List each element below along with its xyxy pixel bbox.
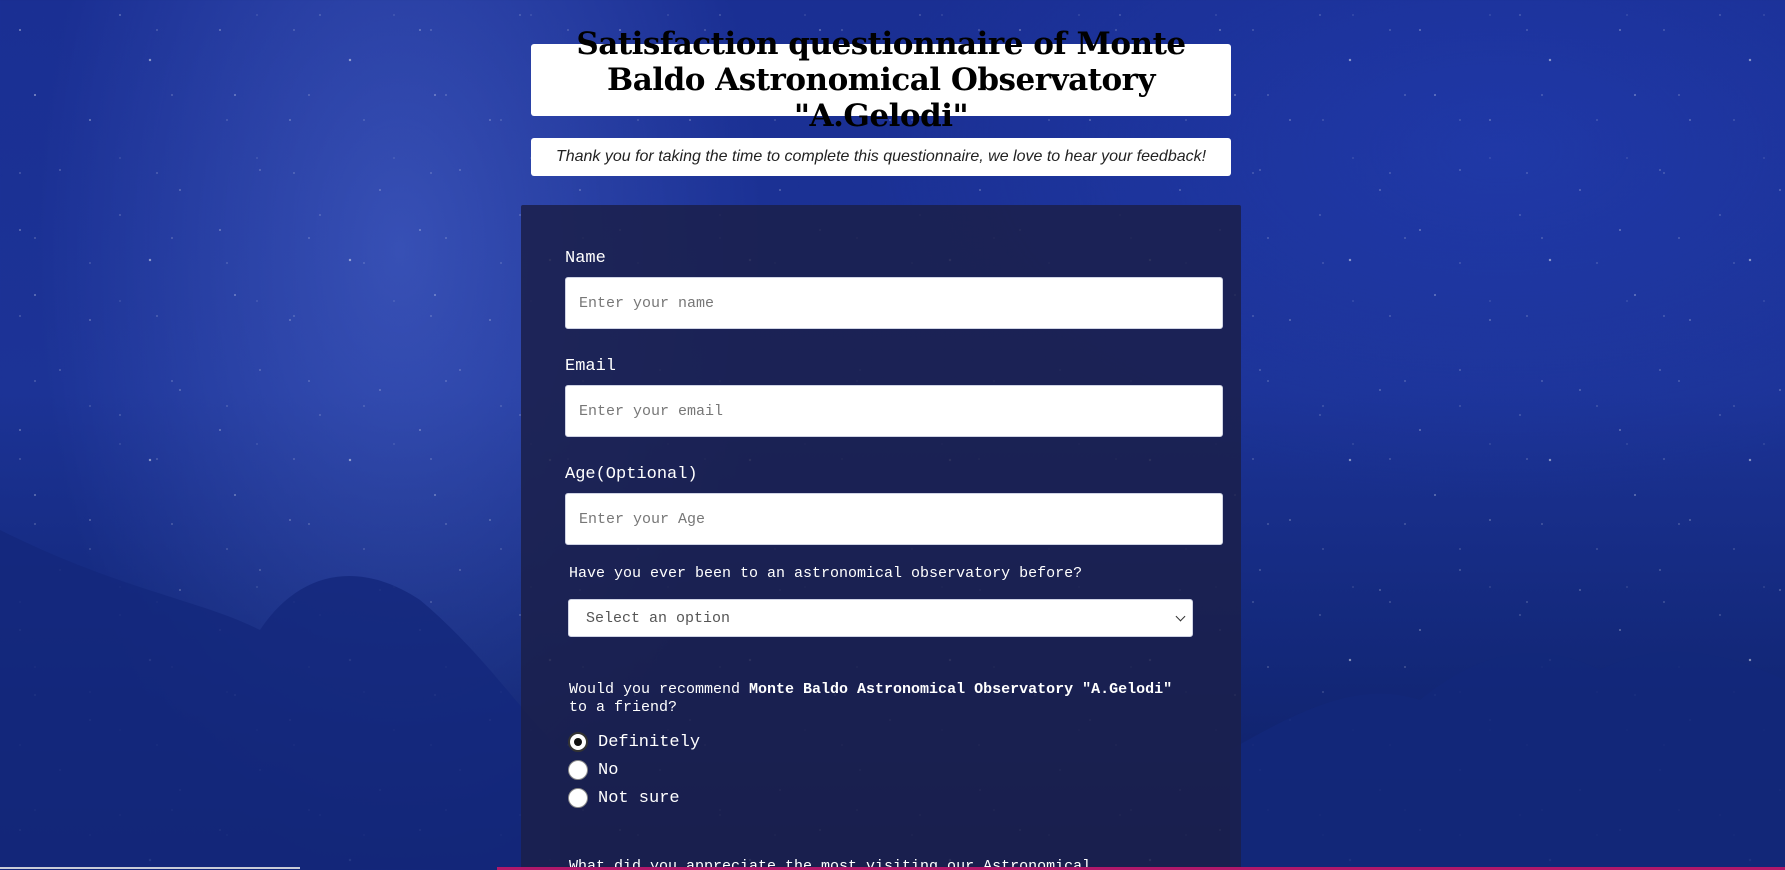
title-banner: Satisfaction questionnaire of Monte Bald… <box>531 26 1231 134</box>
name-label: Name <box>565 249 606 268</box>
select-value: Select an option <box>586 609 731 627</box>
age-label: Age(Optional) <box>565 465 698 484</box>
email-label: Email <box>565 357 617 376</box>
radio-label-no: No <box>598 760 619 780</box>
radio-label-not-sure: Not sure <box>598 788 680 808</box>
name-input[interactable] <box>565 277 1223 329</box>
subtitle-banner: Thank you for taking the time to complet… <box>531 138 1231 176</box>
observatory-visit-select[interactable]: Select an option <box>568 599 1193 637</box>
recommend-question-suffix: to a friend? <box>569 699 678 716</box>
radio-option-not-sure[interactable]: Not sure <box>568 788 680 808</box>
radio-button[interactable] <box>568 788 588 808</box>
recommend-question-observatory: Monte Baldo Astronomical Observatory "A.… <box>749 681 1173 698</box>
chevron-down-icon <box>1175 611 1186 621</box>
observatory-question-label: Have you ever been to an astronomical ob… <box>569 565 1083 582</box>
recommend-question: Would you recommend Monte Baldo Astronom… <box>569 681 1189 717</box>
scroll-indicator <box>0 867 300 869</box>
radio-label-definitely: Definitely <box>598 732 701 752</box>
recommend-question-prefix: Would you recommend <box>569 681 750 698</box>
email-input[interactable] <box>565 385 1223 437</box>
radio-option-definitely[interactable]: Definitely <box>568 732 700 752</box>
page-subtitle: Thank you for taking the time to complet… <box>555 148 1207 165</box>
radio-option-no[interactable]: No <box>568 760 618 780</box>
radio-button[interactable] <box>568 760 588 780</box>
page-title: Satisfaction questionnaire of Monte Bald… <box>576 26 1186 134</box>
age-input[interactable] <box>565 493 1223 545</box>
radio-button-checked[interactable] <box>568 732 588 752</box>
